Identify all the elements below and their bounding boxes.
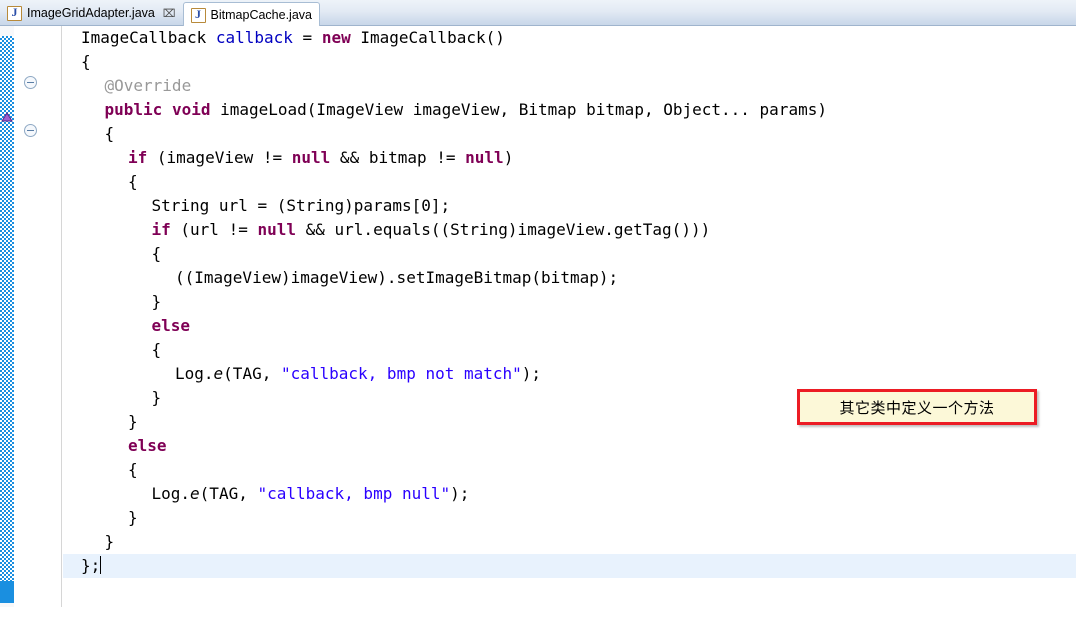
code-line[interactable]: }; [63, 554, 1076, 578]
code-token-plain: { [104, 124, 115, 143]
code-token-str: "callback, bmp null" [257, 484, 451, 503]
code-line[interactable]: if (imageView != null && bitmap != null) [63, 146, 1076, 170]
code-token-plain: { [151, 244, 162, 263]
code-line[interactable]: Log.e(TAG, "callback, bmp not match"); [63, 362, 1076, 386]
collapse-icon[interactable] [24, 124, 37, 137]
editor-tab-bar: ImageGridAdapter.java ⌧ BitmapCache.java [0, 0, 1076, 27]
tab-label: BitmapCache.java [210, 8, 312, 22]
code-token-kw: null [291, 148, 331, 167]
code-token-plain: String url = (String)params[0]; [151, 196, 451, 215]
code-token-fld: callback [215, 28, 293, 47]
code-token-plain: = [292, 28, 322, 47]
changed-lines-marker-solid [0, 581, 14, 603]
code-line[interactable]: public void imageLoad(ImageView imageVie… [63, 98, 1076, 122]
editor-bottom-strip [0, 607, 1076, 621]
code-editor[interactable]: ImageCallback callback = new ImageCallba… [63, 26, 1076, 621]
code-token-plain: imageLoad(ImageView imageView, Bitmap bi… [210, 100, 827, 119]
code-token-kw: public [104, 100, 163, 119]
java-file-icon [190, 7, 206, 23]
collapse-icon[interactable] [24, 76, 37, 89]
code-line[interactable]: { [63, 50, 1076, 74]
code-line[interactable]: else [63, 434, 1076, 458]
java-file-icon [7, 5, 22, 21]
close-icon[interactable]: ⌧ [163, 8, 176, 19]
code-line[interactable]: ImageCallback callback = new ImageCallba… [63, 26, 1076, 50]
tab-label: ImageGridAdapter.java [27, 6, 155, 20]
code-token-mth: e [213, 364, 224, 383]
code-line[interactable]: { [63, 338, 1076, 362]
code-token-plain: } [128, 412, 138, 431]
code-token-ann: @Override [104, 76, 192, 95]
code-line[interactable]: } [63, 290, 1076, 314]
source-code: ImageCallback callback = new ImageCallba… [63, 26, 1076, 578]
text-cursor [100, 556, 102, 574]
code-token-kw: else [151, 316, 191, 335]
code-token-plain: (TAG, [199, 484, 258, 503]
code-token-plain: ImageCallback [81, 28, 216, 47]
code-token-kw: null [257, 220, 296, 239]
code-line[interactable]: @Override [63, 74, 1076, 98]
code-token-kw: void [171, 100, 211, 119]
tab-bitmap-cache[interactable]: BitmapCache.java [182, 2, 320, 27]
code-token-kw: else [128, 436, 167, 455]
folding-gutter [14, 26, 62, 621]
code-token-plain: { [81, 52, 91, 71]
code-token-plain: ImageCallback() [350, 28, 505, 47]
code-token-plain: ((ImageView)imageView).setImageBitmap(bi… [175, 268, 619, 287]
code-token-plain: && url.equals((String)imageView.getTag()… [296, 220, 711, 239]
code-token-plain: { [128, 172, 138, 191]
code-token-plain: Log. [151, 484, 191, 503]
code-line[interactable]: String url = (String)params[0]; [63, 194, 1076, 218]
code-token-kw: null [465, 148, 504, 167]
code-token-plain: } [128, 508, 138, 527]
code-token-plain: }; [81, 556, 101, 575]
code-line[interactable]: if (url != null && url.equals((String)im… [63, 218, 1076, 242]
code-token-plain: (imageView != [147, 148, 292, 167]
code-token-kw: new [321, 28, 351, 47]
code-token-plain: ); [450, 484, 470, 503]
code-line[interactable]: { [63, 122, 1076, 146]
code-line[interactable]: else [63, 314, 1076, 338]
code-token-plain: && bitmap != [330, 148, 466, 167]
code-token-plain: ); [521, 364, 542, 383]
code-token-plain: Log. [175, 364, 214, 383]
annotation-callout: 其它类中定义一个方法 [797, 389, 1037, 425]
code-line[interactable]: } [63, 506, 1076, 530]
code-line[interactable]: Log.e(TAG, "callback, bmp null"); [63, 482, 1076, 506]
change-ruler[interactable] [0, 26, 14, 621]
tab-image-grid-adapter[interactable]: ImageGridAdapter.java ⌧ [0, 0, 183, 26]
code-token-plain: } [151, 292, 162, 311]
code-token-plain: (TAG, [223, 364, 281, 383]
code-token-kw: if [128, 148, 148, 167]
code-token-plain: { [151, 340, 162, 359]
code-line[interactable]: { [63, 170, 1076, 194]
code-token-mth: e [190, 484, 200, 503]
code-token-str: "callback, bmp not match" [280, 364, 522, 383]
code-line[interactable]: } [63, 530, 1076, 554]
code-line[interactable]: ((ImageView)imageView).setImageBitmap(bi… [63, 266, 1076, 290]
code-line[interactable]: { [63, 242, 1076, 266]
code-token-plain: } [104, 532, 115, 551]
code-token-plain: } [151, 388, 162, 407]
code-line[interactable]: { [63, 458, 1076, 482]
annotation-callout-text: 其它类中定义一个方法 [839, 398, 995, 417]
code-token-kw: if [151, 220, 171, 239]
code-token-plain: { [128, 460, 138, 479]
code-token-plain: (url != [170, 220, 258, 239]
code-token-plain: ) [503, 148, 514, 167]
overview-annotation-marker[interactable] [1, 112, 13, 122]
